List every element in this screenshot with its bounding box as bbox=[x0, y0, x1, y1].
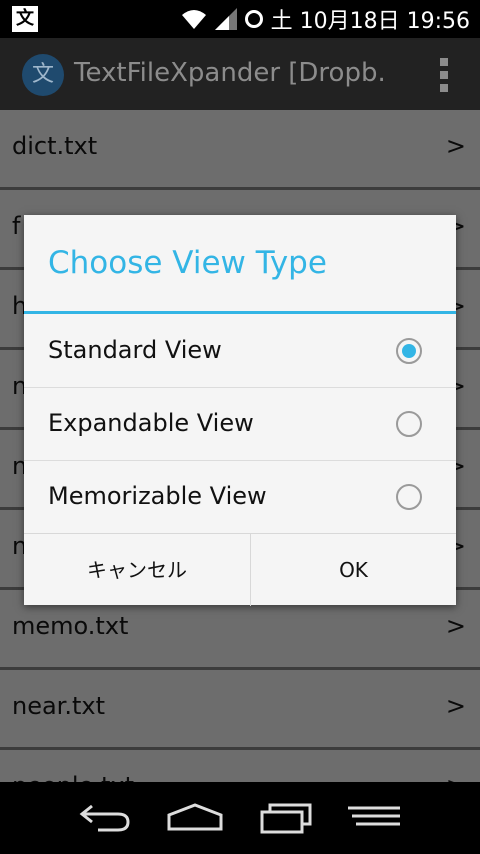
action-bar: 文 TextFileXpander [Dropb. bbox=[0, 38, 480, 110]
signal-icon bbox=[214, 8, 237, 30]
chevron-right-icon: > bbox=[445, 692, 466, 720]
radio-unselected-icon[interactable] bbox=[396, 484, 422, 510]
view-type-dialog: Choose View Type Standard View Expandabl… bbox=[24, 215, 456, 606]
app-icon[interactable]: 文 bbox=[22, 54, 64, 96]
ok-button[interactable]: OK bbox=[251, 534, 456, 606]
option-standard-view[interactable]: Standard View bbox=[24, 314, 456, 388]
chevron-right-icon: > bbox=[446, 772, 466, 782]
overflow-dot bbox=[440, 58, 448, 66]
status-bar: 文 土 10月18日 19:56 bbox=[0, 0, 480, 38]
status-icons: 土 10月18日 19:56 bbox=[181, 0, 470, 38]
option-label: Memorizable View bbox=[48, 482, 267, 510]
radio-unselected-icon[interactable] bbox=[396, 411, 422, 437]
app-notification-icon: 文 bbox=[12, 6, 38, 32]
list-item[interactable]: dict.txt > bbox=[0, 110, 480, 190]
radio-selected-icon[interactable] bbox=[396, 338, 422, 364]
option-label: Expandable View bbox=[48, 409, 254, 437]
chevron-right-icon: > bbox=[445, 612, 466, 640]
status-ring-icon bbox=[244, 10, 263, 28]
file-name: people.txt bbox=[12, 772, 134, 782]
overflow-dot bbox=[440, 71, 448, 79]
chevron-right-icon: > bbox=[445, 132, 466, 160]
file-name: dict.txt bbox=[12, 132, 98, 160]
file-name: near.txt bbox=[12, 692, 105, 720]
navigation-bar bbox=[0, 782, 480, 854]
file-name: memo.txt bbox=[12, 612, 129, 640]
wifi-icon bbox=[181, 10, 206, 29]
menu-icon[interactable] bbox=[346, 802, 402, 832]
clock: 土 10月18日 19:56 bbox=[270, 9, 470, 34]
back-icon[interactable] bbox=[78, 802, 132, 832]
dialog-title: Choose View Type bbox=[48, 245, 327, 281]
list-item[interactable]: people.txt > bbox=[0, 750, 480, 782]
overflow-dot bbox=[440, 84, 448, 92]
cancel-button[interactable]: キャンセル bbox=[24, 534, 251, 606]
list-item[interactable]: near.txt > bbox=[0, 670, 480, 750]
app-title: TextFileXpander [Dropb. bbox=[74, 58, 386, 88]
option-expandable-view[interactable]: Expandable View bbox=[24, 387, 456, 461]
option-memorizable-view[interactable]: Memorizable View bbox=[24, 460, 456, 533]
recent-apps-icon[interactable] bbox=[258, 802, 314, 834]
home-icon[interactable] bbox=[166, 802, 224, 832]
file-name: f bbox=[12, 212, 21, 240]
overflow-menu-icon[interactable] bbox=[440, 58, 448, 92]
dialog-button-row: キャンセル OK bbox=[24, 533, 456, 606]
option-label: Standard View bbox=[48, 336, 222, 364]
